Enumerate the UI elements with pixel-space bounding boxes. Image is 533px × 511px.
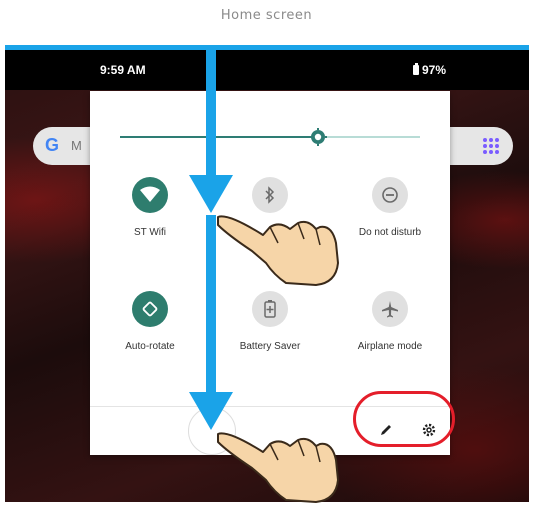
tile-label: Auto-rotate	[125, 341, 175, 352]
auto-rotate-icon	[132, 291, 168, 327]
pointing-hand-icon	[208, 422, 348, 507]
pointing-hand-icon	[208, 205, 348, 290]
tile-label: ST Wifi	[133, 227, 167, 238]
tile-label: Airplane mode	[357, 341, 423, 352]
status-battery: 97%	[413, 63, 446, 77]
tile-label: Do not disturb	[358, 227, 422, 238]
search-hint: M	[71, 138, 82, 153]
highlight-oval	[353, 391, 455, 447]
apps-grid-icon[interactable]	[483, 138, 499, 154]
airplane-icon	[372, 291, 408, 327]
battery-saver-icon	[252, 291, 288, 327]
tile-do-not-disturb[interactable]: Do not disturb	[330, 177, 450, 238]
tile-battery-saver[interactable]: Battery Saver	[210, 291, 330, 352]
swipe-arrow-1-shaft	[206, 45, 216, 180]
battery-icon	[413, 63, 419, 75]
status-time: 9:59 AM	[100, 63, 146, 77]
tile-auto-rotate[interactable]: Auto-rotate	[90, 291, 210, 352]
tile-label: Battery Saver	[239, 341, 301, 352]
do-not-disturb-icon	[372, 177, 408, 213]
tile-airplane-mode[interactable]: Airplane mode	[330, 291, 450, 352]
wifi-icon	[132, 177, 168, 213]
caption-home-screen: Home screen	[220, 8, 313, 23]
brightness-slider-fill	[120, 136, 318, 138]
brightness-slider-thumb[interactable]	[309, 128, 327, 146]
battery-percent: 97%	[422, 63, 447, 77]
google-logo-icon: G	[45, 135, 60, 155]
status-bar: 9:59 AM 97%	[5, 50, 529, 90]
